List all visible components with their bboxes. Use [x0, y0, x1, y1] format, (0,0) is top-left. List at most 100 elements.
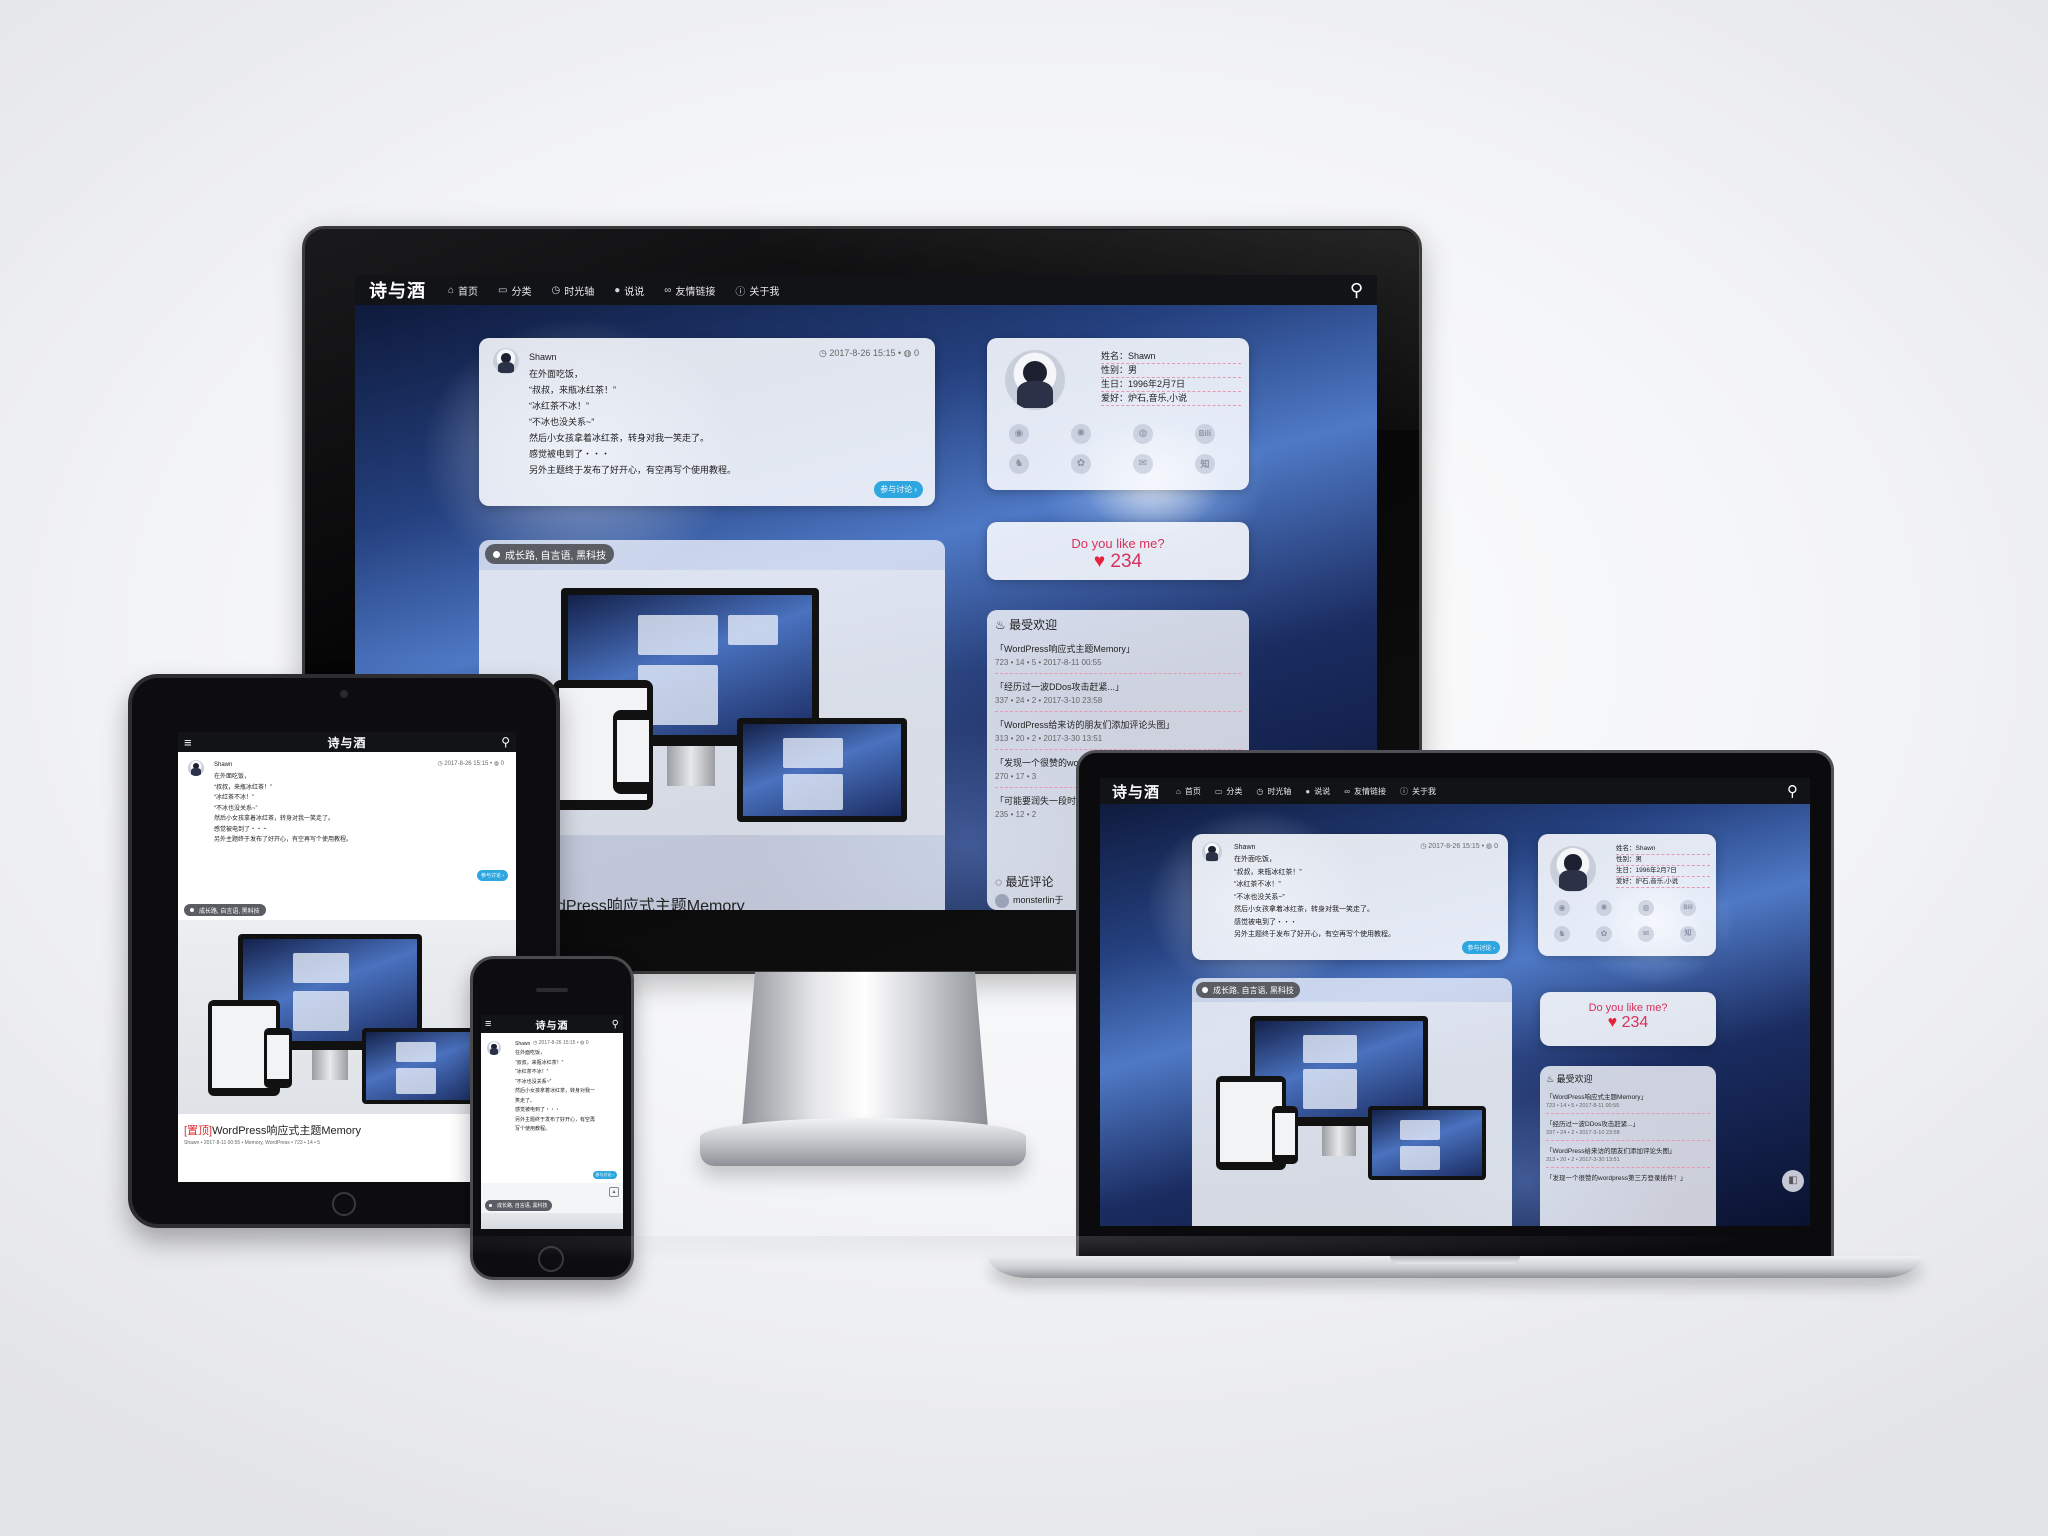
- site-logo[interactable]: 诗与酒: [327, 734, 366, 751]
- post-avatar[interactable]: [493, 348, 519, 374]
- nav-item-shuoshuo[interactable]: ● 说说: [1305, 786, 1330, 797]
- bilibili-icon[interactable]: Bili: [1195, 424, 1215, 444]
- tags-pill[interactable]: 成长路, 自言语, 黑科技: [485, 544, 615, 564]
- popular-item[interactable]: 「发现一个很赞的wordpress第三方登录插件！」: [1546, 1168, 1710, 1186]
- rss-icon[interactable]: ◉: [1009, 424, 1029, 444]
- nav-item-category[interactable]: ▭ 分类: [1215, 786, 1243, 797]
- post-author[interactable]: Shawn: [1234, 844, 1255, 851]
- nav-item-timeline[interactable]: ◷ 时光轴: [1256, 786, 1291, 797]
- nav-item-about[interactable]: ⓘ 关于我: [735, 283, 779, 298]
- zhihu-icon[interactable]: 知: [1195, 454, 1215, 474]
- like-card[interactable]: Do you like me? ♥ 234: [1540, 992, 1716, 1046]
- like-card[interactable]: Do you like me? ♥ 234: [987, 522, 1249, 580]
- like-question: Do you like me?: [1071, 536, 1165, 551]
- post-avatar[interactable]: [188, 760, 204, 776]
- profile-card: 姓名：Shawn 性别：男 生日：1996年2月7日 爱好：炉石,音乐,小说 ◉…: [1538, 834, 1716, 956]
- profile-name: 姓名：Shawn: [1101, 350, 1241, 364]
- featured-image[interactable]: [1192, 1002, 1512, 1226]
- back-to-top-icon[interactable]: ◧: [1782, 1170, 1804, 1192]
- nav-item-timeline[interactable]: ◷ 时光轴: [552, 283, 595, 298]
- tags-pill[interactable]: 成长路, 自言语, 黑科技: [485, 1200, 552, 1211]
- back-to-top-icon[interactable]: ▴: [609, 1187, 619, 1197]
- popular-item[interactable]: 「WordPress响应式主题Memory」 723 • 14 • 5 • 201…: [1546, 1088, 1710, 1114]
- category-icon: ▭: [498, 284, 508, 296]
- like-count: 234: [1110, 551, 1143, 572]
- link-icon: ∞: [664, 284, 672, 296]
- nav-item-category[interactable]: ▭ 分类: [498, 283, 531, 298]
- comments-icon: ◌: [995, 875, 1003, 889]
- nav-item-about[interactable]: ⓘ 关于我: [1400, 786, 1436, 797]
- site-logo[interactable]: 诗与酒: [1112, 781, 1160, 802]
- bilibili-icon[interactable]: Bili: [1680, 900, 1696, 916]
- profile-info: 姓名：Shawn 性别：男 生日：1996年2月7日 爱好：炉石,音乐,小说: [1616, 844, 1710, 888]
- nav-item-friends[interactable]: ∞ 友情链接: [664, 283, 715, 298]
- post-avatar[interactable]: [487, 1041, 501, 1055]
- heart-icon: ♥: [1093, 551, 1106, 572]
- post-author[interactable]: Shawn: [214, 762, 232, 768]
- mail-icon[interactable]: ✉: [1638, 926, 1654, 942]
- site-logo[interactable]: 诗与酒: [536, 1017, 569, 1032]
- nav-item-shuoshuo[interactable]: ● 说说: [614, 283, 644, 298]
- post-card: Shawn ◷ 2017-8-26 15:15 • ◍ 0 在外面吃饭， “叔叔，…: [479, 338, 935, 506]
- rss-icon[interactable]: ◉: [1554, 900, 1570, 916]
- zhihu-icon[interactable]: 知: [1680, 926, 1696, 942]
- wechat-icon[interactable]: ✿: [1596, 926, 1612, 942]
- featured-title[interactable]: [置顶]WordPress响应式主题Memory: [184, 1122, 361, 1138]
- profile-avatar[interactable]: [1550, 846, 1596, 892]
- post-author[interactable]: Shawn: [515, 1041, 530, 1047]
- featured-image[interactable]: [481, 1213, 623, 1229]
- nav-item-home[interactable]: ⌂ 首页: [448, 283, 478, 298]
- popular-item[interactable]: 「WordPress给来访的朋友们添加评论头图」 313 • 20 • 2 • 2…: [995, 712, 1241, 750]
- qq-icon[interactable]: ♞: [1554, 926, 1570, 942]
- profile-card: 姓名：Shawn 性别：男 生日：1996年2月7日 爱好：炉石,音乐,小说 ◉…: [987, 338, 1249, 490]
- heart-icon: ♥: [1607, 1014, 1618, 1031]
- like-count-row[interactable]: ♥ 234: [987, 551, 1249, 573]
- like-question: Do you like me?: [1588, 1002, 1668, 1014]
- post-body: 在外面吃饭， “叔叔，来瓶冰红茶！” “冰红茶不冰！” “不冰也没关系~” 然后小女孩拿…: [515, 1050, 596, 1132]
- profile-birthday: 生日：1996年2月7日: [1101, 378, 1241, 392]
- nav-item-home[interactable]: ⌂ 首页: [1176, 786, 1201, 797]
- category-icon: ▭: [1214, 786, 1223, 796]
- post-avatar[interactable]: [1202, 842, 1222, 862]
- qq-icon[interactable]: ♞: [1009, 454, 1029, 474]
- popular-item[interactable]: 「WordPress给来访的朋友们添加评论头图」 313 • 20 • 2 • 2…: [1546, 1141, 1710, 1168]
- discuss-button[interactable]: 参与讨论 ›: [1462, 941, 1500, 954]
- popular-item[interactable]: 「经历过一波DDos攻击赶紧...」 337 • 24 • 2 • 2017-3-…: [1546, 1114, 1710, 1141]
- nav-item-friends[interactable]: ∞ 友情链接: [1344, 786, 1386, 797]
- profile-avatar[interactable]: [1005, 350, 1065, 410]
- featured-image[interactable]: [178, 920, 516, 1114]
- post-author[interactable]: Shawn: [529, 352, 557, 362]
- clock-icon: ◷: [551, 284, 561, 296]
- post-date: ◷ 2017-8-26 15:15 • ◍ 0: [437, 761, 504, 767]
- discuss-button[interactable]: 参与讨论 ›: [476, 870, 508, 881]
- wechat-icon[interactable]: ✿: [1071, 454, 1091, 474]
- search-icon[interactable]: ⚲: [1787, 782, 1798, 800]
- site-logo[interactable]: 诗与酒: [369, 277, 426, 303]
- search-icon[interactable]: ⚲: [1350, 280, 1363, 301]
- tags-pill[interactable]: 成长路, 自言语, 黑科技: [1196, 982, 1300, 998]
- discuss-button[interactable]: 参与讨论 ›: [874, 481, 923, 498]
- search-icon[interactable]: ⚲: [612, 1019, 619, 1030]
- menu-icon[interactable]: ≡: [485, 1018, 491, 1030]
- weibo-icon[interactable]: ✺: [1596, 900, 1612, 916]
- github-icon[interactable]: ◍: [1133, 424, 1153, 444]
- discuss-button[interactable]: 参与讨论 ›: [592, 1171, 617, 1179]
- post-card: Shawn ◷ 2017-8-26 15:15 • ◍ 0 在外面吃饭， “叔叔，…: [481, 1033, 623, 1183]
- popular-item[interactable]: 「WordPress响应式主题Memory」 723 • 14 • 5 • 201…: [995, 638, 1241, 674]
- github-icon[interactable]: ◍: [1638, 900, 1654, 916]
- mail-icon[interactable]: ✉: [1133, 454, 1153, 474]
- like-count-row[interactable]: ♥ 234: [1540, 1014, 1716, 1032]
- recent-comment-item[interactable]: monsterlin于: [995, 893, 1064, 908]
- weibo-icon[interactable]: ✺: [1071, 424, 1091, 444]
- tags-pill[interactable]: 成长路, 自言语, 黑科技: [184, 904, 266, 916]
- popular-title: ♨ 最受欢迎: [1546, 1074, 1593, 1084]
- menu-icon[interactable]: ≡: [184, 735, 192, 750]
- tablet-home-button[interactable]: [332, 1192, 356, 1216]
- home-icon: ⌂: [1176, 786, 1181, 796]
- comment-icon: ●: [1305, 786, 1311, 796]
- featured-title[interactable]: dPress响应式主题Memory: [557, 892, 745, 910]
- tablet-navbar: ≡ 诗与酒 ⚲: [178, 732, 516, 752]
- laptop-screen: 诗与酒 ⌂ 首页 ▭ 分类 ◷ 时光轴 ● 说说 ∞ 友情链接 ⓘ 关于我 ⚲ Shawn …: [1100, 778, 1810, 1226]
- search-icon[interactable]: ⚲: [501, 735, 510, 749]
- popular-item[interactable]: 「经历过一波DDos攻击赶紧...」 337 • 24 • 2 • 2017-3-…: [995, 674, 1241, 712]
